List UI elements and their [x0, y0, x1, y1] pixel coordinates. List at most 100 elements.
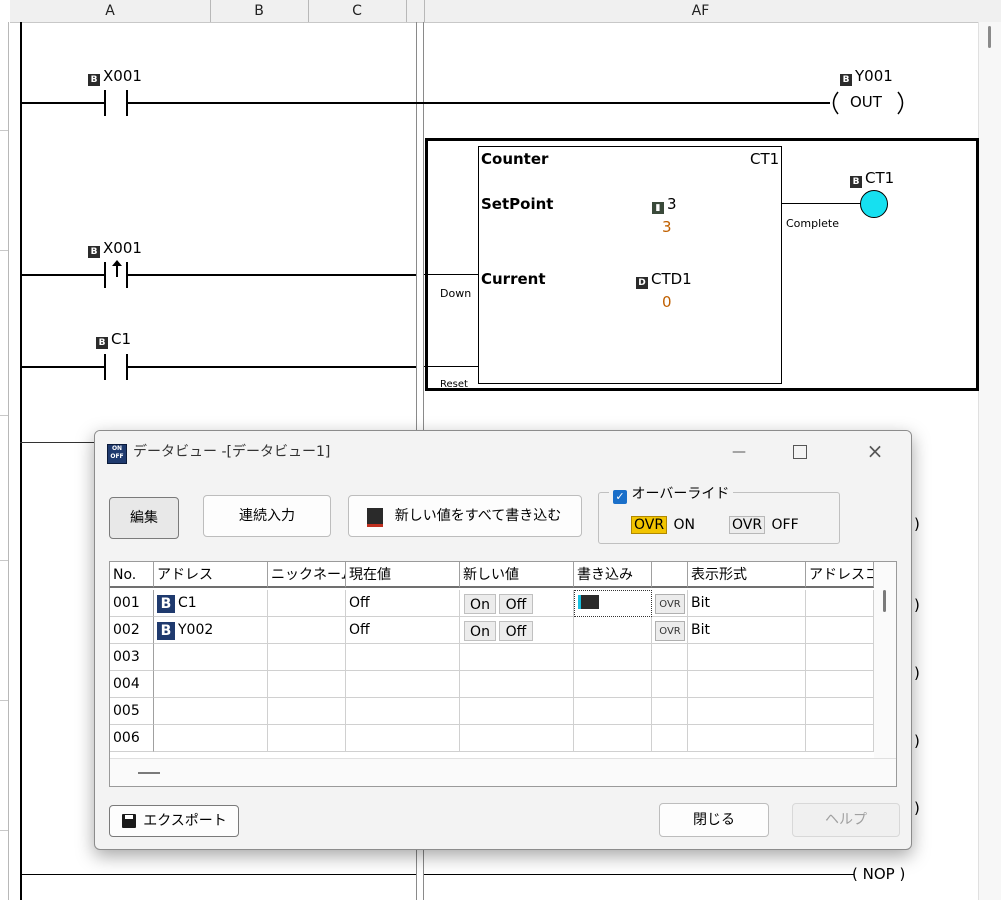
row1-off-button[interactable]: Off: [499, 594, 533, 614]
row1-nickname[interactable]: [268, 590, 346, 617]
rung1-contact-label[interactable]: B X001: [88, 68, 142, 86]
empty-cell[interactable]: [688, 644, 806, 671]
minimize-icon[interactable]: —: [725, 441, 753, 463]
col-header-write[interactable]: 書き込み: [574, 562, 652, 588]
column-header-a[interactable]: A: [10, 0, 210, 23]
export-button[interactable]: エクスポート: [109, 805, 239, 837]
empty-cell[interactable]: [154, 725, 268, 752]
empty-cell[interactable]: [346, 725, 460, 752]
rung3-contact-left[interactable]: [104, 354, 106, 380]
rung2-contact-left[interactable]: [104, 262, 106, 288]
continuous-input-button[interactable]: 連続入力: [203, 495, 331, 537]
col-header-new-value[interactable]: 新しい値: [460, 562, 574, 588]
row2-on-button[interactable]: On: [464, 621, 496, 641]
setpoint-address: ▮ 3: [652, 196, 677, 214]
row1-ovr-button[interactable]: OVR: [655, 594, 685, 614]
bit-icon: B: [850, 176, 862, 188]
column-header-b[interactable]: B: [210, 0, 308, 23]
row2-address[interactable]: B Y002: [154, 617, 268, 644]
grid-scrollbar-thumb[interactable]: [883, 590, 886, 612]
row1-address[interactable]: B C1: [154, 590, 268, 617]
rung1-contact-left[interactable]: [104, 90, 106, 116]
vertical-scrollbar[interactable]: [978, 22, 1001, 900]
rung2-contact-label[interactable]: B X001: [88, 240, 142, 258]
close-icon[interactable]: ×: [861, 439, 889, 463]
empty-cell[interactable]: [806, 698, 874, 725]
help-button[interactable]: ヘルプ: [792, 803, 900, 837]
empty-cell[interactable]: [688, 698, 806, 725]
column-header-gap: [406, 0, 424, 23]
edit-button[interactable]: 編集: [109, 497, 179, 539]
rung1-coil-label[interactable]: B Y001: [840, 68, 893, 86]
row1-on-button[interactable]: On: [464, 594, 496, 614]
bit-icon: B: [157, 595, 175, 613]
row2-ovr-button[interactable]: OVR: [655, 621, 685, 641]
empty-cell[interactable]: [460, 698, 574, 725]
counter-block[interactable]: [478, 146, 782, 384]
empty-cell[interactable]: [806, 725, 874, 752]
empty-cell[interactable]: [268, 698, 346, 725]
column-header-c[interactable]: C: [308, 0, 406, 23]
col-header-format[interactable]: 表示形式: [688, 562, 806, 588]
empty-cell[interactable]: [688, 725, 806, 752]
grid-hscroll-thumb[interactable]: [138, 772, 160, 774]
override-checkbox[interactable]: ✓ オーバーライド: [609, 485, 734, 504]
empty-cell[interactable]: [346, 644, 460, 671]
empty-cell[interactable]: [268, 671, 346, 698]
row2-current: Off: [346, 617, 460, 644]
empty-cell[interactable]: [574, 644, 652, 671]
down-input-label: Down: [440, 287, 472, 300]
col-header-address-comment[interactable]: アドレスコ: [806, 562, 874, 588]
setpoint-value: 3: [662, 218, 672, 236]
bit-icon: B: [96, 337, 108, 349]
col-header-current[interactable]: 現在値: [346, 562, 460, 588]
row2-nickname[interactable]: [268, 617, 346, 644]
empty-cell[interactable]: [154, 671, 268, 698]
scrollbar-thumb[interactable]: [988, 26, 991, 48]
data-view-app-icon: ON OFF: [107, 444, 127, 464]
row2-write[interactable]: [574, 617, 652, 644]
empty-cell[interactable]: [346, 671, 460, 698]
empty-cell[interactable]: [460, 671, 574, 698]
row-gutter: [0, 22, 9, 900]
write-all-button[interactable]: 新しい値をすべて書き込む: [348, 495, 582, 537]
empty-cell[interactable]: [806, 644, 874, 671]
close-button[interactable]: 閉じる: [659, 803, 769, 837]
data-view-dialog[interactable]: ON OFF データビュー -[データビュー1] — × 編集 連続入力 新しい値…: [94, 430, 912, 850]
row2-off-button[interactable]: Off: [499, 621, 533, 641]
empty-cell[interactable]: [574, 698, 652, 725]
col-header-no[interactable]: No.: [110, 562, 154, 588]
row1-format[interactable]: Bit: [688, 590, 806, 617]
empty-cell[interactable]: [154, 644, 268, 671]
column-header-af[interactable]: AF: [424, 0, 977, 23]
row2-format[interactable]: Bit: [688, 617, 806, 644]
dialog-title-bar[interactable]: ON OFF データビュー -[データビュー1] — ×: [95, 431, 911, 475]
col-header-nickname[interactable]: ニックネーム: [268, 562, 346, 588]
empty-cell[interactable]: [652, 644, 688, 671]
rung3-contact-label[interactable]: B C1: [96, 331, 131, 349]
empty-cell[interactable]: [346, 698, 460, 725]
row2-address-comment[interactable]: [806, 617, 874, 644]
nop-instruction[interactable]: ( NOP ): [852, 866, 905, 883]
empty-cell[interactable]: [688, 671, 806, 698]
empty-cell[interactable]: [806, 671, 874, 698]
grid-horizontal-scrollbar[interactable]: [110, 758, 896, 786]
empty-cell[interactable]: [460, 725, 574, 752]
maximize-icon[interactable]: [793, 445, 807, 459]
data-grid[interactable]: No. アドレス ニックネーム 現在値 新しい値 書き込み 表示形式 アドレスコ…: [109, 561, 897, 787]
row1-address-comment[interactable]: [806, 590, 874, 617]
col-header-address[interactable]: アドレス: [154, 562, 268, 588]
counter-output-coil-icon[interactable]: [860, 190, 888, 218]
empty-cell[interactable]: [574, 725, 652, 752]
empty-cell[interactable]: [574, 671, 652, 698]
empty-cell[interactable]: [652, 725, 688, 752]
empty-cell[interactable]: [268, 725, 346, 752]
empty-cell[interactable]: [652, 671, 688, 698]
col-header-ovr[interactable]: [652, 562, 688, 588]
empty-cell[interactable]: [154, 698, 268, 725]
register-icon: D: [636, 277, 648, 289]
empty-cell[interactable]: [460, 644, 574, 671]
counter-output-label[interactable]: B CT1: [850, 170, 894, 188]
empty-cell[interactable]: [652, 698, 688, 725]
empty-cell[interactable]: [268, 644, 346, 671]
